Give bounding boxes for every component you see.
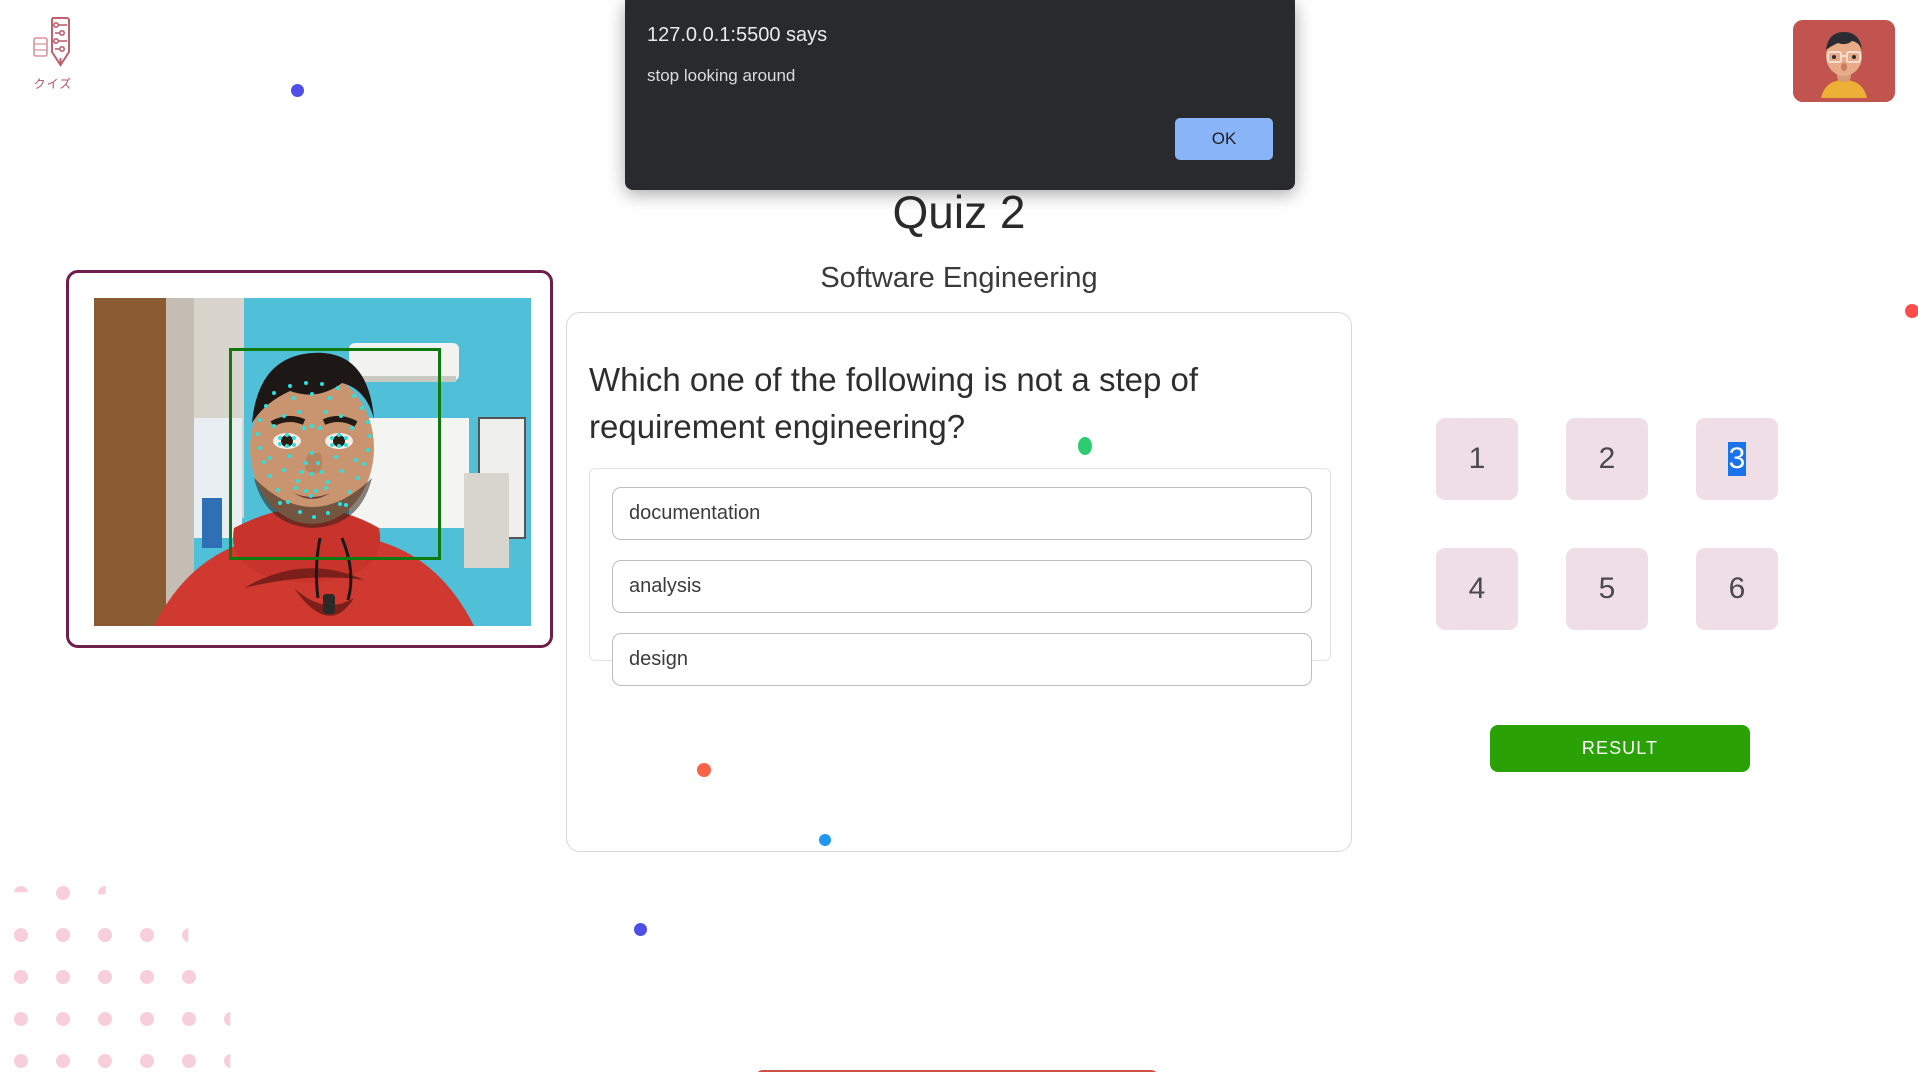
options-group: documentation analysis design — [589, 468, 1331, 686]
numpad-button-3[interactable]: 3 — [1696, 418, 1778, 500]
floating-dot-blue-card — [819, 834, 831, 846]
numpad-button-1[interactable]: 1 — [1436, 418, 1518, 500]
logo-label: クイズ — [33, 77, 73, 91]
numpad-button-4[interactable]: 4 — [1436, 548, 1518, 630]
browser-alert-dialog: 127.0.0.1:5500 says stop looking around … — [625, 0, 1295, 190]
numpad-label-3: 3 — [1727, 442, 1747, 476]
result-button[interactable]: RESULT — [1490, 725, 1750, 772]
dialog-origin: 127.0.0.1:5500 says — [647, 24, 828, 46]
floating-dot-orange-save — [697, 763, 711, 777]
user-avatar-icon[interactable] — [1793, 20, 1895, 102]
option-3[interactable]: design — [612, 633, 1312, 686]
proctoring-webcam-feed — [66, 270, 553, 648]
numpad-button-6[interactable]: 6 — [1696, 548, 1778, 630]
floating-dot-purple-bottom — [634, 923, 647, 936]
numpad-button-2[interactable]: 2 — [1566, 418, 1648, 500]
question-text: Which one of the following is not a step… — [589, 361, 1199, 445]
question-card: Which one of the following is not a step… — [566, 312, 1352, 1072]
decorative-dot-grid — [14, 886, 238, 1072]
numpad-button-5[interactable]: 5 — [1566, 548, 1648, 630]
floating-dot-purple-top — [291, 84, 304, 97]
quiz-page: クイズ Quiz 2 Software Engineering Which on… — [0, 0, 1918, 1072]
option-2[interactable]: analysis — [612, 560, 1312, 613]
webcam-video — [94, 298, 531, 626]
numpad-label-2: 2 — [1598, 442, 1616, 475]
numpad-label-4: 4 — [1468, 572, 1486, 605]
page-subtitle: Software Engineering — [820, 262, 1098, 294]
numpad-label-5: 5 — [1598, 572, 1616, 605]
question-numpad: 1 2 3 4 5 6 — [1436, 418, 1778, 630]
dialog-message: stop looking around — [647, 66, 796, 85]
app-logo[interactable]: クイズ — [20, 16, 86, 91]
option-1[interactable]: documentation — [612, 487, 1312, 540]
page-title: Quiz 2 — [892, 186, 1026, 238]
quiz-pen-logo-icon — [30, 16, 76, 73]
floating-dot-green-question — [1078, 437, 1092, 455]
option-2-label: analysis — [629, 575, 702, 597]
option-3-label: design — [629, 648, 688, 670]
dialog-ok-button[interactable]: OK — [1175, 118, 1273, 160]
numpad-label-6: 6 — [1728, 572, 1746, 605]
face-bounding-box — [229, 348, 441, 560]
option-1-label: documentation — [629, 502, 761, 524]
floating-dot-red-edge — [1905, 304, 1918, 318]
numpad-label-1: 1 — [1468, 442, 1486, 475]
